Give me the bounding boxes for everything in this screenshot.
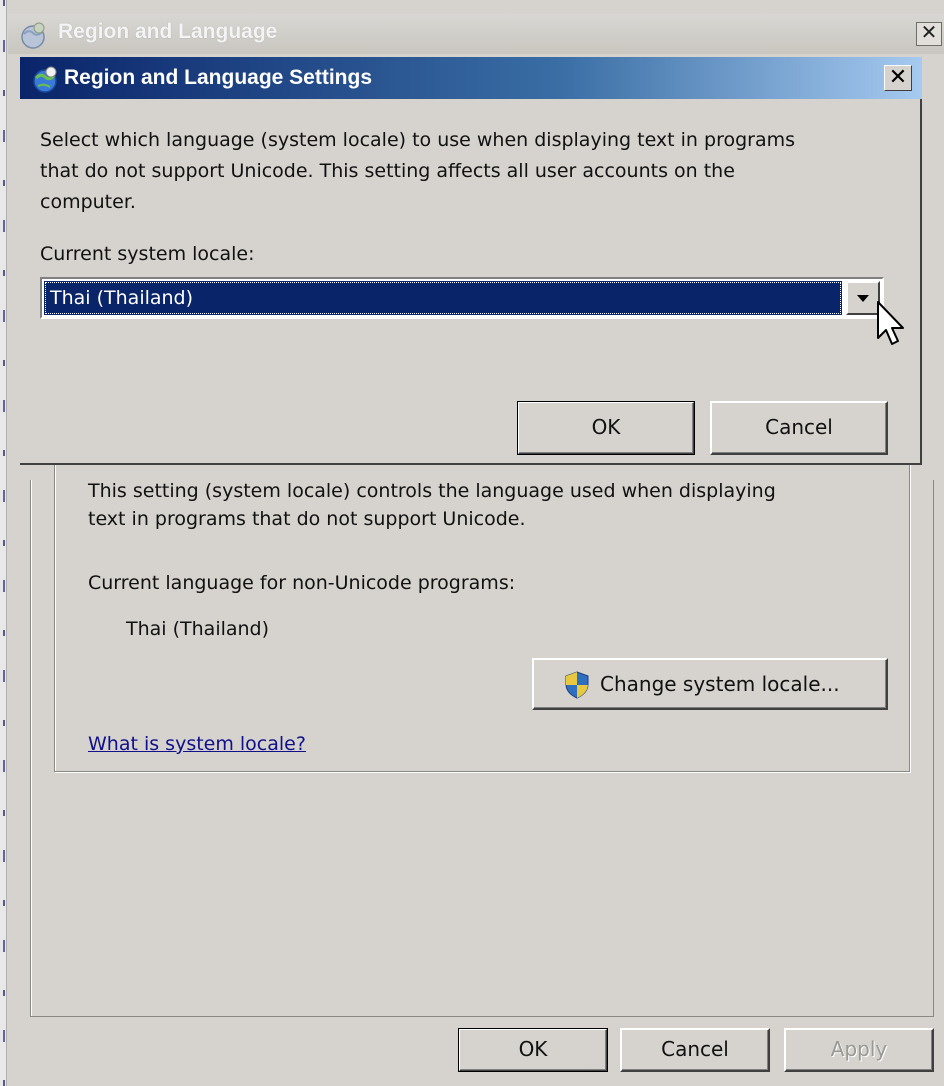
dialog-description-line-3: computer. — [40, 191, 136, 213]
current-system-locale-label: Current system locale: — [40, 243, 255, 265]
uac-shield-icon — [565, 671, 589, 699]
current-language-label: Current language for non-Unicode program… — [88, 572, 516, 594]
region-language-settings-dialog: Region and Language Settings ✕ Select wh… — [20, 57, 922, 465]
locale-description-line-2: text in programs that do not support Uni… — [88, 508, 526, 530]
globe-icon — [21, 22, 45, 49]
change-system-locale-label: Change system locale... — [600, 672, 840, 696]
dialog-ok-button[interactable]: OK — [517, 401, 695, 455]
chevron-down-icon[interactable] — [846, 281, 880, 315]
dialog-cancel-button[interactable]: Cancel — [710, 401, 888, 455]
system-locale-dropdown[interactable]: Thai (Thailand) — [40, 277, 884, 319]
dialog-title: Region and Language Settings — [64, 66, 373, 89]
dialog-description-line-1: Select which language (system locale) to… — [40, 129, 796, 151]
cancel-button[interactable]: Cancel — [620, 1028, 770, 1072]
change-system-locale-button[interactable]: Change system locale... — [532, 658, 888, 710]
dialog-close-button[interactable]: ✕ — [884, 65, 912, 91]
dialog-description-line-2: that do not support Unicode. This settin… — [40, 160, 735, 182]
locale-description-line-1: This setting (system locale) controls th… — [88, 480, 776, 502]
apply-button: Apply — [784, 1028, 934, 1072]
window-title: Region and Language — [58, 20, 278, 43]
globe-icon — [33, 66, 57, 93]
what-is-system-locale-link[interactable]: What is system locale? — [88, 731, 306, 757]
current-language-value: Thai (Thailand) — [126, 618, 270, 640]
desktop-edge — [0, 0, 7, 1086]
system-locale-selected-value: Thai (Thailand) — [44, 281, 842, 315]
window-close-button[interactable]: ✕ — [916, 22, 942, 46]
system-locale-groupbox — [54, 420, 910, 772]
ok-button[interactable]: OK — [458, 1028, 608, 1072]
